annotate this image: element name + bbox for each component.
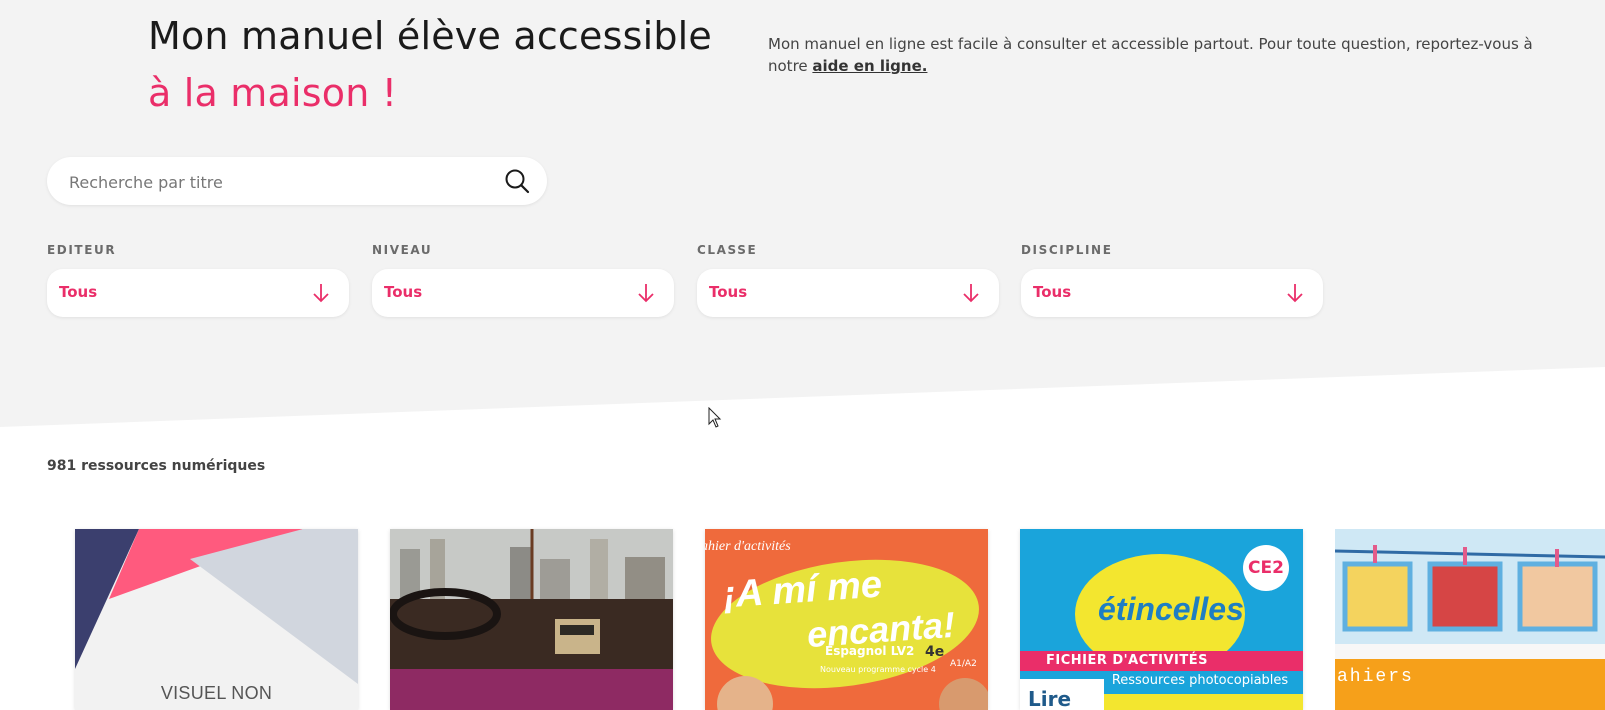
card-cefr-level: A1/A2: [950, 659, 977, 669]
card-level: 4e: [925, 644, 945, 660]
card-program: Nouveau programme cycle 4: [820, 665, 936, 674]
results-count: 981 ressources numériques: [47, 458, 266, 474]
card-grade-badge: CE2: [1243, 545, 1289, 591]
card-subtitle: ahier d'activités: [705, 539, 791, 554]
arrow-down-icon: [1285, 282, 1305, 304]
cover-image: [390, 529, 673, 710]
search-input[interactable]: [67, 167, 491, 197]
card-subject: Lire: [1020, 679, 1104, 710]
arrow-down-icon: [311, 282, 331, 304]
filter-discipline-label: DISCIPLINE: [1021, 243, 1113, 257]
filter-classe-select[interactable]: Tous: [697, 269, 999, 317]
filter-classe: CLASSE Tous: [697, 242, 999, 317]
hero-description: Mon manuel en ligne est facile à consult…: [768, 33, 1558, 77]
search-bar: [47, 157, 547, 205]
arrow-down-icon: [961, 282, 981, 304]
card-title: étincelles: [1098, 591, 1244, 627]
filter-classe-label: CLASSE: [697, 243, 758, 257]
cover-image: [1335, 529, 1605, 644]
filter-niveau-label: NIVEAU: [372, 243, 433, 257]
card-language: Espagnol LV2: [825, 644, 915, 658]
card-placeholder-text: VISUEL NON DISPONIBLE: [160, 683, 273, 710]
search-icon[interactable]: [503, 167, 531, 195]
filter-discipline-select[interactable]: Tous: [1021, 269, 1323, 317]
filter-discipline-value: Tous: [1033, 283, 1072, 301]
resource-card[interactable]: CE2 étincelles FICHIER D'ACTIVITÉS Resso…: [1020, 529, 1303, 710]
filter-editeur: EDITEUR Tous: [47, 242, 349, 317]
filter-discipline: DISCIPLINE Tous: [1021, 242, 1323, 317]
card-title: ahiers: [1337, 667, 1414, 687]
arrow-down-icon: [636, 282, 656, 304]
resource-card[interactable]: ahiers: [1335, 529, 1605, 710]
resource-card[interactable]: [390, 529, 673, 710]
page-title: Mon manuel élève accessible à la maison …: [148, 8, 712, 122]
page-title-line1: Mon manuel élève accessible: [148, 14, 713, 58]
mouse-cursor-icon: [708, 406, 722, 429]
filter-niveau-select[interactable]: Tous: [372, 269, 674, 317]
filter-editeur-select[interactable]: Tous: [47, 269, 349, 317]
filter-niveau-value: Tous: [384, 283, 423, 301]
resource-card[interactable]: ahier d'activités ¡A mí me encanta! Espa…: [705, 529, 988, 710]
filter-classe-value: Tous: [709, 283, 748, 301]
page-title-line2: à la maison !: [148, 71, 398, 115]
filter-editeur-label: EDITEUR: [47, 243, 117, 257]
help-link[interactable]: aide en ligne.: [812, 57, 927, 75]
filter-niveau: NIVEAU Tous: [372, 242, 674, 317]
card-band-activities: FICHIER D'ACTIVITÉS: [1020, 651, 1303, 671]
filter-editeur-value: Tous: [59, 283, 98, 301]
card-band-resources: Ressources photocopiables: [1097, 671, 1303, 691]
resource-card[interactable]: VISUEL NON DISPONIBLE: [75, 529, 358, 710]
